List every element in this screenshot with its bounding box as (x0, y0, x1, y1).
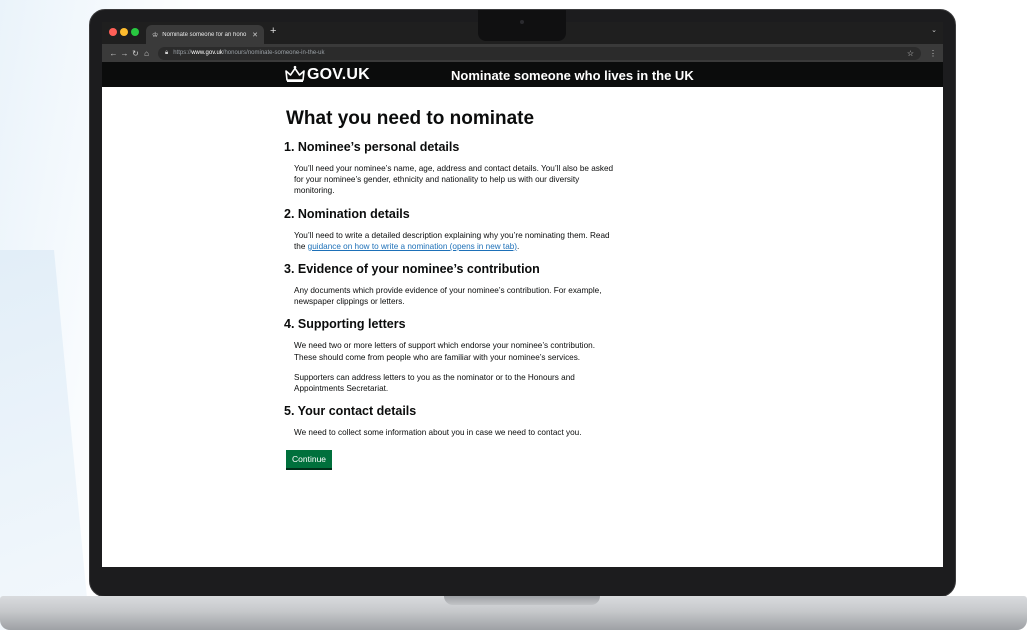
section-heading-personal-details: 1. Nominee’s personal details (284, 140, 460, 154)
main-content: What you need to nominate 1. Nominee’s p… (284, 108, 614, 469)
browser-window: ♔ Nominate someone for an hono ✕ + ⌄ ← →… (102, 22, 943, 567)
section-heading-supporting-letters: 4. Supporting letters (284, 317, 406, 332)
tab-close-icon[interactable]: ✕ (252, 31, 258, 39)
govuk-logo[interactable]: GOV.UK (307, 66, 370, 84)
guidance-link[interactable]: guidance on how to write a nomination (o… (308, 242, 517, 251)
url-path: /honours/nominate-someone-in-the-uk (222, 50, 325, 56)
lock-icon: 🔒︎ (165, 49, 169, 56)
bookmark-star-icon[interactable]: ☆ (907, 49, 914, 58)
section-text: We need to collect some information abou… (294, 428, 582, 438)
section-text: Supporters can address letters to you as… (294, 372, 575, 394)
favicon-crown-icon: ♔ (152, 31, 159, 39)
browser-tab[interactable]: ♔ Nominate someone for an hono ✕ (146, 25, 264, 44)
continue-button[interactable]: Continue (286, 450, 333, 469)
close-window-button[interactable] (109, 28, 117, 36)
section-text: You’ll need your nominee’s name, age, ad… (294, 164, 614, 196)
forward-arrow-icon[interactable]: → (119, 49, 130, 58)
section-heading-evidence: 3. Evidence of your nominee’s contributi… (284, 262, 540, 277)
section-heading-contact-details: 5. Your contact details (284, 404, 417, 419)
service-name[interactable]: Nominate someone who lives in the UK (451, 68, 694, 83)
govuk-header: GOV.UK Nominate someone who lives in the… (102, 62, 943, 87)
back-arrow-icon[interactable]: ← (108, 49, 119, 58)
address-toolbar: ← → ↻ ⌂ 🔒︎ https://www.gov.uk/honours/no… (102, 44, 943, 62)
home-icon[interactable]: ⌂ (141, 49, 152, 58)
minimize-window-button[interactable] (120, 28, 128, 36)
section-text: Any documents which provide evidence of … (294, 286, 602, 307)
tab-list-chevron-icon[interactable]: ⌄ (931, 26, 937, 34)
reload-icon[interactable]: ↻ (130, 49, 141, 58)
camera-notch (478, 10, 566, 41)
tab-title: Nominate someone for an hono (162, 31, 247, 38)
url-host: www.gov.uk (191, 50, 223, 56)
section-heading-nomination-details: 2. Nomination details (284, 206, 410, 221)
new-tab-button[interactable]: + (270, 25, 276, 37)
section-text-end: . (517, 241, 520, 251)
more-menu-icon[interactable]: ⋮ (929, 49, 937, 58)
url-bar[interactable]: 🔒︎ https://www.gov.uk/honours/nominate-s… (158, 46, 921, 60)
section-text: You’ll need to write a detailed descript… (294, 230, 614, 252)
crown-icon (285, 65, 305, 82)
section-text: We need two or more letters of support w… (294, 341, 595, 362)
laptop-base-notch (444, 596, 600, 605)
page-title: What you need to nominate (286, 108, 535, 129)
url-prefix: https:// (173, 50, 192, 56)
camera-icon (520, 20, 524, 24)
maximize-window-button[interactable] (131, 28, 139, 36)
